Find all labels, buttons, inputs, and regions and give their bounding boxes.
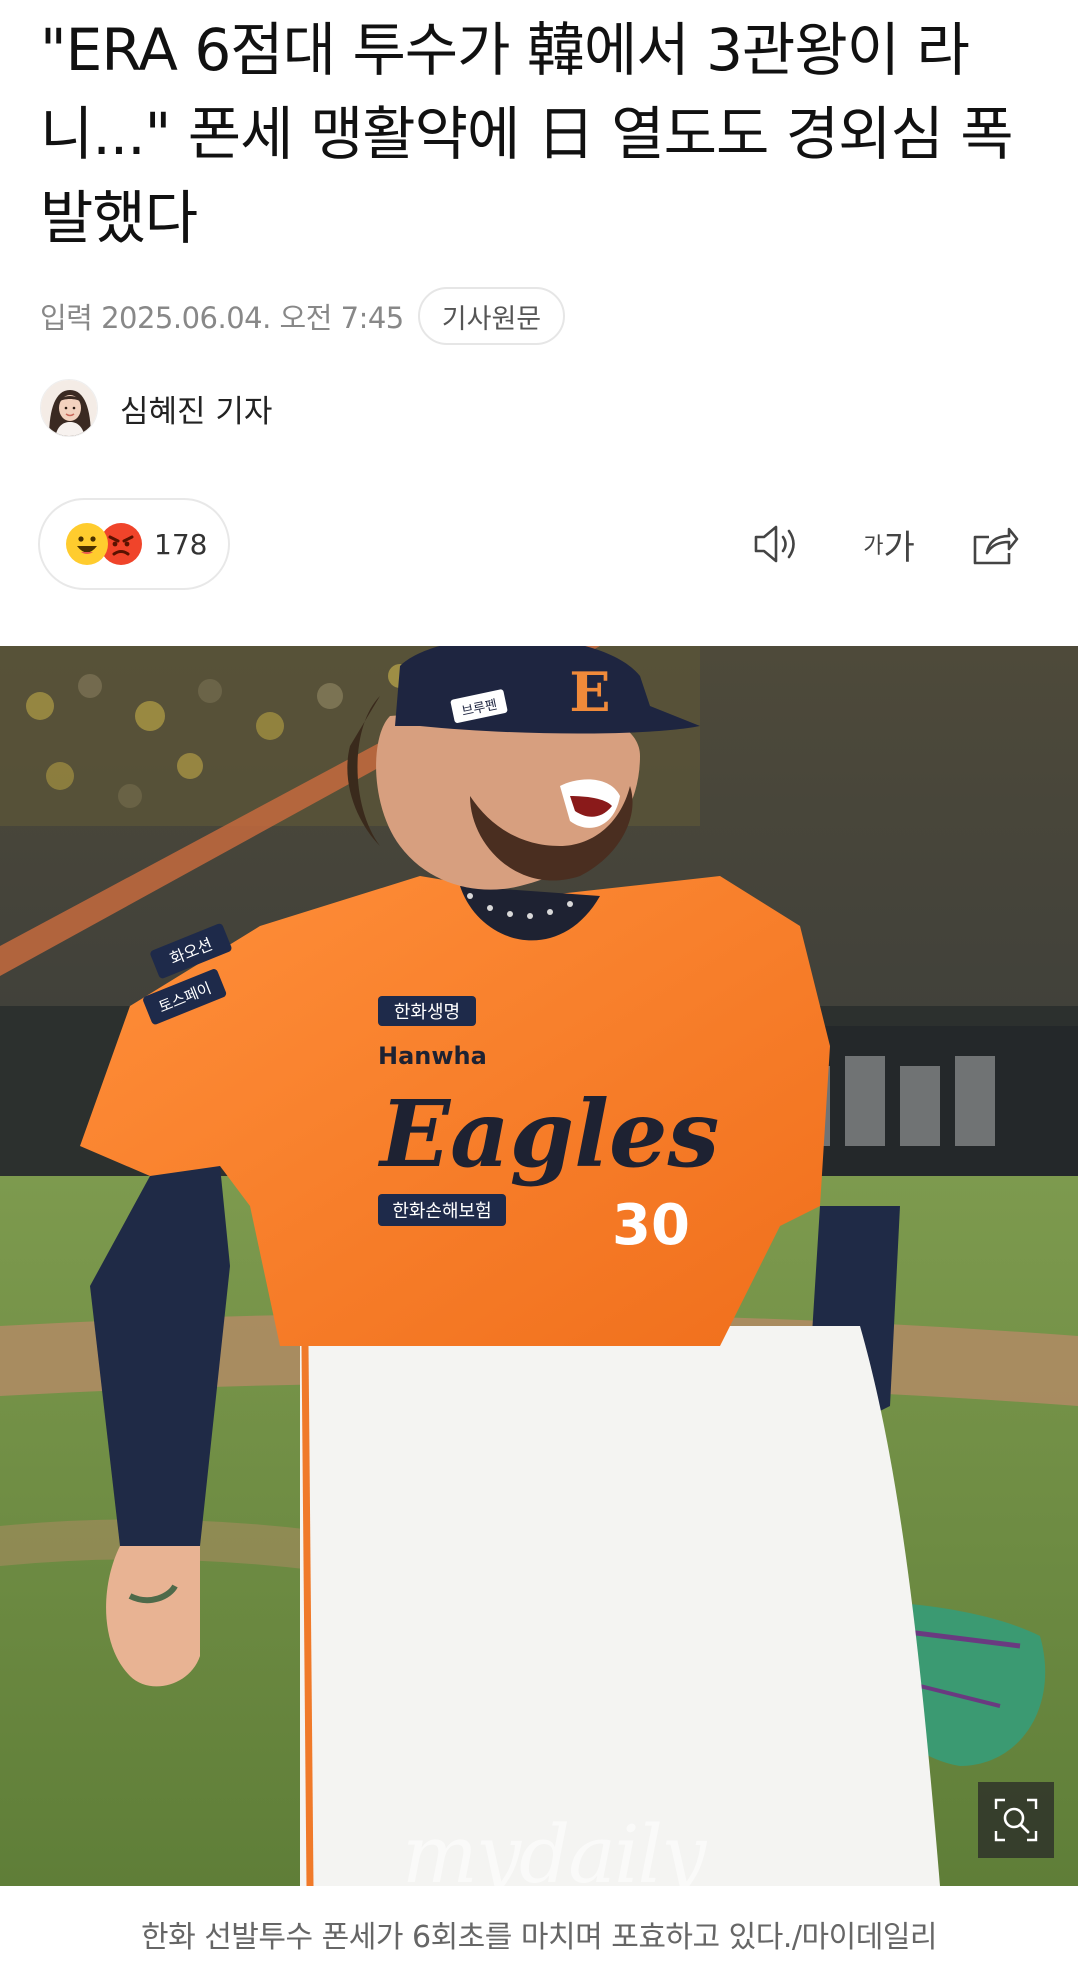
author-avatar: [40, 379, 98, 437]
jersey-wordmark: Eagles: [377, 1080, 719, 1188]
font-size-big-label: 가: [883, 527, 915, 568]
photo-caption: 한화 선발투수 폰세가 6회초를 마치며 포효하고 있다./마이데일리: [140, 1920, 938, 1955]
listen-button[interactable]: [748, 514, 808, 574]
jersey-brand: Hanwha: [378, 1042, 487, 1070]
reaction-count: 178: [154, 527, 208, 561]
publish-date: 입력 2025.06.04. 오전 7:45: [40, 301, 404, 335]
article-headline: "ERA 6점대 투수가 韓에서 3관왕이 라니..." 폰세 맹활약에 日 열…: [40, 16, 1014, 252]
article-photo[interactable]: 한화생명 Hanwha Eagles 한화손해보험 30 화오션 토스페이 E …: [0, 646, 1078, 1886]
font-size-small-label: 가: [863, 534, 884, 559]
speaker-icon: [754, 525, 795, 563]
pitcher-photo-image: 한화생명 Hanwha Eagles 한화손해보험 30 화오션 토스페이 E …: [0, 646, 1078, 1886]
article-page: "ERA 6점대 투수가 韓에서 3관왕이 라니..." 폰세 맹활약에 日 열…: [0, 0, 1078, 1982]
original-article-button[interactable]: 기사원문: [417, 287, 566, 345]
share-button[interactable]: [964, 514, 1024, 574]
jersey-patch-bottom: 한화손해보험: [392, 1201, 491, 1222]
photo-watermark: mydaily: [402, 1808, 706, 1886]
share-icon: [973, 527, 1019, 565]
font-size-button[interactable]: 가 가: [852, 514, 926, 574]
jersey-number: 30: [612, 1193, 690, 1258]
author-row[interactable]: 심혜진 기자: [40, 376, 272, 440]
author-name: 심혜진 기자: [120, 393, 273, 430]
jersey-patch-top: 한화생명: [394, 1002, 460, 1023]
cap-logo: E: [569, 660, 610, 724]
happy-face-icon: [66, 523, 108, 565]
zoom-search-icon: [994, 1798, 1038, 1842]
article-meta: 입력 2025.06.04. 오전 7:45 기사원문: [40, 286, 566, 346]
reaction-button[interactable]: 178: [38, 498, 230, 590]
photo-zoom-button[interactable]: [978, 1782, 1054, 1858]
